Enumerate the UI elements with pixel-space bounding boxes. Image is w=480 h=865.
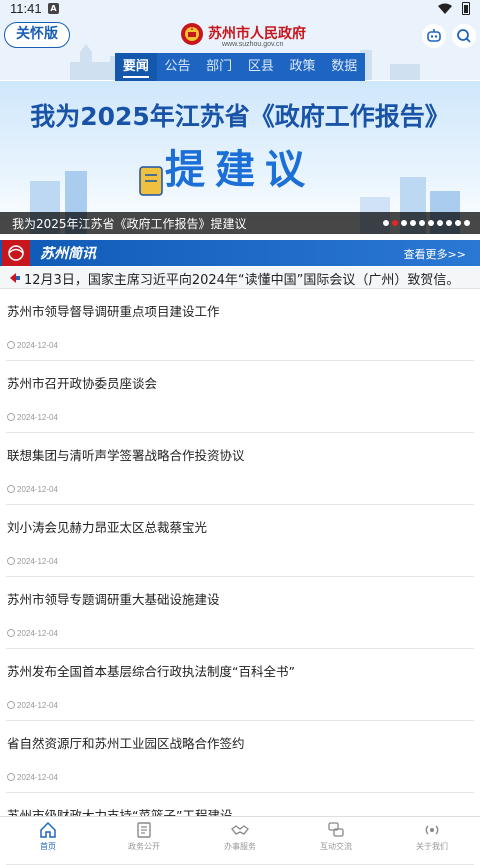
category-tabs: 要闻 公告 部门 区县 政策 数据: [115, 53, 365, 81]
news-item[interactable]: 省自然资源厅和苏州工业园区战略合作签约 2024-12-04: [6, 721, 474, 793]
carousel-dot[interactable]: [464, 220, 470, 226]
ticker-text: 12月3日，国家主席习近平向2024年“读懂中国”国际会议（广州）致贺信。: [24, 269, 459, 288]
banner-caption: 我为2025年江苏省《政府工作报告》提建议: [12, 215, 247, 232]
site-title: 苏州市人民政府: [208, 23, 306, 43]
national-emblem-icon: [180, 22, 204, 46]
news-item[interactable]: 苏州市领导专题调研重大基础设施建设 2024-12-04: [6, 577, 474, 649]
news-section-title: 苏州简讯: [40, 243, 96, 263]
status-bar: 11:41 A: [0, 0, 480, 18]
clock-icon: [7, 341, 15, 349]
handshake-icon: [231, 821, 249, 839]
clock-time: 11:41: [10, 1, 42, 16]
nav-government-affairs[interactable]: 政务公开: [96, 817, 192, 853]
bottom-navigation: 首页 政务公开 办事服务 互动交流 关于我们: [0, 816, 480, 853]
banner-caption-bar: 我为2025年江苏省《政府工作报告》提建议: [0, 212, 480, 234]
news-section-header: 苏州简讯 查看更多>>: [0, 240, 480, 266]
care-mode-button[interactable]: 关怀版: [4, 22, 70, 48]
tab-districts[interactable]: 区县: [240, 53, 282, 81]
news-item-date: 2024-12-04: [17, 557, 58, 566]
carousel-dot-active[interactable]: [392, 220, 398, 226]
carousel-dot[interactable]: [437, 220, 443, 226]
robot-assistant-button[interactable]: [422, 24, 446, 48]
notification-a-icon: A: [48, 3, 59, 14]
news-item-title: 苏州发布全国首本基层综合行政执法制度“百科全书”: [7, 661, 295, 680]
clock-icon: [7, 557, 15, 565]
news-item-date: 2024-12-04: [17, 413, 58, 422]
clock-icon: [7, 773, 15, 781]
tab-departments[interactable]: 部门: [198, 53, 240, 81]
carousel-dot[interactable]: [401, 220, 407, 226]
clock-icon: [7, 413, 15, 421]
tab-notices[interactable]: 公告: [157, 53, 199, 81]
carousel-dot[interactable]: [383, 220, 389, 226]
site-logo[interactable]: 苏州市人民政府 www.suzhou.gov.cn: [180, 21, 310, 51]
news-item-title: 省自然资源厅和苏州工业园区战略合作签约: [7, 733, 245, 752]
home-icon: [39, 821, 57, 839]
news-item[interactable]: 苏州市领导督导调研重点项目建设工作 2024-12-04: [6, 289, 474, 361]
carousel-dot[interactable]: [419, 220, 425, 226]
banner-title: 我为2025年江苏省《政府工作报告》: [0, 97, 480, 133]
nav-interaction-label: 互动交流: [288, 841, 384, 852]
search-icon: [452, 24, 476, 48]
news-item-title: 联想集团与清听声学签署战略合作投资协议: [7, 445, 245, 464]
nav-interaction[interactable]: 互动交流: [288, 817, 384, 853]
broadcast-icon: [423, 821, 441, 839]
news-list: 苏州市领导督导调研重点项目建设工作 2024-12-04 苏州市召开政协委员座谈…: [0, 289, 480, 865]
document-icon: [135, 821, 153, 839]
carousel-dots: [383, 220, 470, 226]
news-item[interactable]: 苏州发布全国首本基层综合行政执法制度“百科全书” 2024-12-04: [6, 649, 474, 721]
news-item-date: 2024-12-04: [17, 629, 58, 638]
ticker-arrow-icon: [10, 273, 20, 283]
site-domain: www.suzhou.gov.cn: [222, 41, 283, 48]
carousel-dot[interactable]: [455, 220, 461, 226]
clock-icon: [7, 629, 15, 637]
news-item[interactable]: 刘小涛会见赫力昂亚太区总裁蔡宝光 2024-12-04: [6, 505, 474, 577]
news-item[interactable]: 苏州市召开政协委员座谈会 2024-12-04: [6, 361, 474, 433]
carousel-dot[interactable]: [446, 220, 452, 226]
nav-services-label: 办事服务: [192, 841, 288, 852]
banner-carousel[interactable]: 我为2025年江苏省《政府工作报告》 提建议 我为2025年江苏省《政府工作报告…: [0, 81, 480, 234]
news-item-date: 2024-12-04: [17, 773, 58, 782]
battery-icon: [462, 2, 470, 15]
wifi-icon: [438, 3, 452, 14]
tab-policies[interactable]: 政策: [282, 53, 324, 81]
suzhou-news-logo-icon: [2, 240, 30, 266]
news-item-date: 2024-12-04: [17, 341, 58, 350]
news-item-title: 苏州市召开政协委员座谈会: [7, 373, 157, 392]
view-more-link[interactable]: 查看更多>>: [404, 246, 466, 262]
news-item-title: 刘小涛会见赫力昂亚太区总裁蔡宝光: [7, 517, 207, 536]
nav-home-label: 首页: [0, 841, 96, 852]
headline-ticker[interactable]: 12月3日，国家主席习近平向2024年“读懂中国”国际会议（广州）致贺信。: [0, 267, 480, 289]
carousel-dot[interactable]: [428, 220, 434, 226]
carousel-dot[interactable]: [410, 220, 416, 226]
robot-icon: [422, 24, 446, 48]
nav-about-label: 关于我们: [384, 841, 480, 852]
news-item-date: 2024-12-04: [17, 485, 58, 494]
search-button[interactable]: [452, 24, 476, 48]
news-item[interactable]: 联想集团与清听声学签署战略合作投资协议 2024-12-04: [6, 433, 474, 505]
nav-home[interactable]: 首页: [0, 817, 96, 853]
nav-services[interactable]: 办事服务: [192, 817, 288, 853]
tab-news[interactable]: 要闻: [115, 53, 157, 81]
news-item-title: 苏州市领导督导调研重点项目建设工作: [7, 301, 220, 320]
nav-government-affairs-label: 政务公开: [96, 841, 192, 852]
clock-icon: [7, 485, 15, 493]
tab-data[interactable]: 数据: [323, 53, 365, 81]
clock-icon: [7, 701, 15, 709]
nav-about[interactable]: 关于我们: [384, 817, 480, 853]
news-item-title: 苏州市领导专题调研重大基础设施建设: [7, 589, 220, 608]
news-item-date: 2024-12-04: [17, 701, 58, 710]
chat-icon: [327, 821, 345, 839]
